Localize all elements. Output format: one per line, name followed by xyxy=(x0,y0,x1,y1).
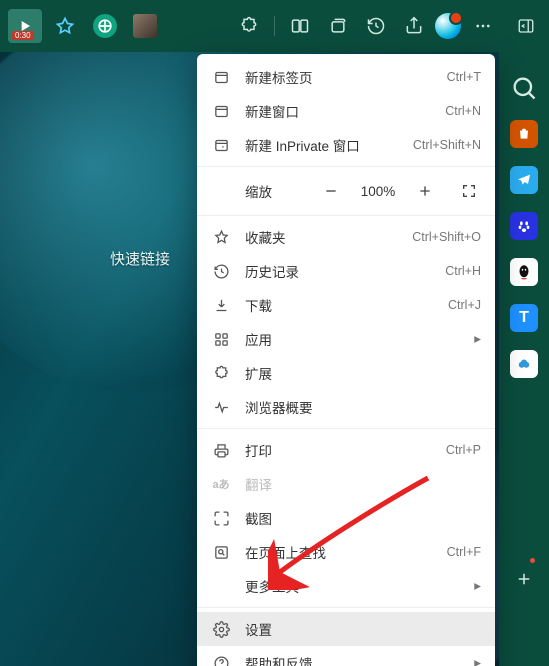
toolbar-divider xyxy=(274,16,275,36)
menu-label: 新建 InPrivate 窗口 xyxy=(245,135,403,155)
menu-separator xyxy=(197,428,495,429)
menu-more-tools[interactable]: 更多工具 ▸ xyxy=(197,569,495,603)
telegram-app-icon[interactable] xyxy=(510,166,538,194)
menu-shortcut: Ctrl+F xyxy=(447,545,481,559)
find-icon xyxy=(211,542,231,562)
menu-essentials[interactable]: 浏览器概要 xyxy=(197,390,495,424)
zoom-label: 缩放 xyxy=(245,181,319,201)
extension-icon-2[interactable] xyxy=(88,9,122,43)
quick-links-label: 快速链接 xyxy=(110,248,170,269)
zoom-level: 100% xyxy=(357,184,399,199)
star-icon xyxy=(211,227,231,247)
add-app-button[interactable] xyxy=(507,562,541,596)
menu-label: 翻译 xyxy=(245,474,481,494)
menu-new-tab[interactable]: 新建标签页 Ctrl+T xyxy=(197,60,495,94)
menu-label: 扩展 xyxy=(245,363,481,383)
menu-label: 浏览器概要 xyxy=(245,397,481,417)
menu-label: 应用 xyxy=(245,329,466,349)
chevron-right-icon: ▸ xyxy=(474,655,481,666)
menu-history[interactable]: 历史记录 Ctrl+H xyxy=(197,254,495,288)
menu-label: 历史记录 xyxy=(245,261,435,281)
share-icon[interactable] xyxy=(397,9,431,43)
menu-label: 帮助和反馈 xyxy=(245,653,466,666)
puzzle-icon[interactable] xyxy=(232,9,266,43)
menu-label: 截图 xyxy=(245,508,481,528)
menu-extensions[interactable]: 扩展 xyxy=(197,356,495,390)
menu-label: 新建标签页 xyxy=(245,67,437,87)
video-pip-icon[interactable]: 0:30 xyxy=(8,9,42,43)
menu-shortcut: Ctrl+P xyxy=(446,443,481,457)
menu-help[interactable]: 帮助和反馈 ▸ xyxy=(197,646,495,666)
screenshot-icon xyxy=(211,508,231,528)
menu-apps[interactable]: 应用 ▸ xyxy=(197,322,495,356)
video-badge: 0:30 xyxy=(12,31,34,40)
search-icon[interactable] xyxy=(510,74,538,102)
menu-shortcut: Ctrl+T xyxy=(447,70,481,84)
menu-label: 在页面上查找 xyxy=(245,542,437,562)
download-icon xyxy=(211,295,231,315)
extension-icon-1[interactable] xyxy=(48,9,82,43)
menu-label: 更多工具 xyxy=(245,576,466,596)
pulse-icon xyxy=(211,397,231,417)
menu-separator xyxy=(197,607,495,608)
menu-label: 下载 xyxy=(245,295,438,315)
menu-new-inprivate[interactable]: 新建 InPrivate 窗口 Ctrl+Shift+N xyxy=(197,128,495,162)
cloud-app-icon[interactable] xyxy=(510,350,538,378)
inprivate-icon xyxy=(211,135,231,155)
qq-app-icon[interactable] xyxy=(510,258,538,286)
menu-translate: aあ 翻译 xyxy=(197,467,495,501)
translate-icon: aあ xyxy=(211,474,231,494)
menu-shortcut: Ctrl+H xyxy=(445,264,481,278)
menu-settings[interactable]: 设置 xyxy=(197,612,495,646)
collections-icon[interactable] xyxy=(321,9,355,43)
menu-separator xyxy=(197,166,495,167)
menu-favorites[interactable]: 收藏夹 Ctrl+Shift+O xyxy=(197,220,495,254)
more-menu-button[interactable] xyxy=(465,9,501,43)
puzzle-icon xyxy=(211,363,231,383)
side-app-strip: T xyxy=(499,52,549,666)
chevron-right-icon: ▸ xyxy=(474,578,481,594)
window-icon xyxy=(211,101,231,121)
fullscreen-button[interactable] xyxy=(457,179,481,203)
menu-find[interactable]: 在页面上查找 Ctrl+F xyxy=(197,535,495,569)
apps-icon xyxy=(211,329,231,349)
main-menu: 新建标签页 Ctrl+T 新建窗口 Ctrl+N 新建 InPrivate 窗口… xyxy=(197,54,495,666)
open-sidebar-button[interactable] xyxy=(511,11,541,41)
history-icon xyxy=(211,261,231,281)
menu-print[interactable]: 打印 Ctrl+P xyxy=(197,433,495,467)
extension-avatar[interactable] xyxy=(128,9,162,43)
menu-new-window[interactable]: 新建窗口 Ctrl+N xyxy=(197,94,495,128)
baidu-app-icon[interactable] xyxy=(510,212,538,240)
help-icon xyxy=(211,653,231,666)
menu-label: 新建窗口 xyxy=(245,101,435,121)
chevron-right-icon: ▸ xyxy=(474,331,481,347)
printer-icon xyxy=(211,440,231,460)
new-tab-icon xyxy=(211,67,231,87)
menu-zoom-row: 缩放 100% xyxy=(197,171,495,211)
menu-shortcut: Ctrl+J xyxy=(448,298,481,312)
shopping-app-icon[interactable] xyxy=(510,120,538,148)
browser-toolbar: 0:30 xyxy=(0,0,549,52)
menu-downloads[interactable]: 下载 Ctrl+J xyxy=(197,288,495,322)
menu-screenshot[interactable]: 截图 xyxy=(197,501,495,535)
menu-label: 打印 xyxy=(245,440,436,460)
zoom-out-button[interactable] xyxy=(319,179,343,203)
zoom-in-button[interactable] xyxy=(413,179,437,203)
menu-shortcut: Ctrl+Shift+O xyxy=(412,230,481,244)
menu-label: 收藏夹 xyxy=(245,227,402,247)
history-icon[interactable] xyxy=(359,9,393,43)
blank-icon xyxy=(211,576,231,596)
menu-separator xyxy=(197,215,495,216)
gear-icon xyxy=(211,619,231,639)
menu-shortcut: Ctrl+Shift+N xyxy=(413,138,481,152)
tencent-app-icon[interactable]: T xyxy=(510,304,538,332)
menu-label: 设置 xyxy=(245,619,481,639)
profile-avatar[interactable] xyxy=(435,13,461,39)
menu-shortcut: Ctrl+N xyxy=(445,104,481,118)
split-screen-icon[interactable] xyxy=(283,9,317,43)
